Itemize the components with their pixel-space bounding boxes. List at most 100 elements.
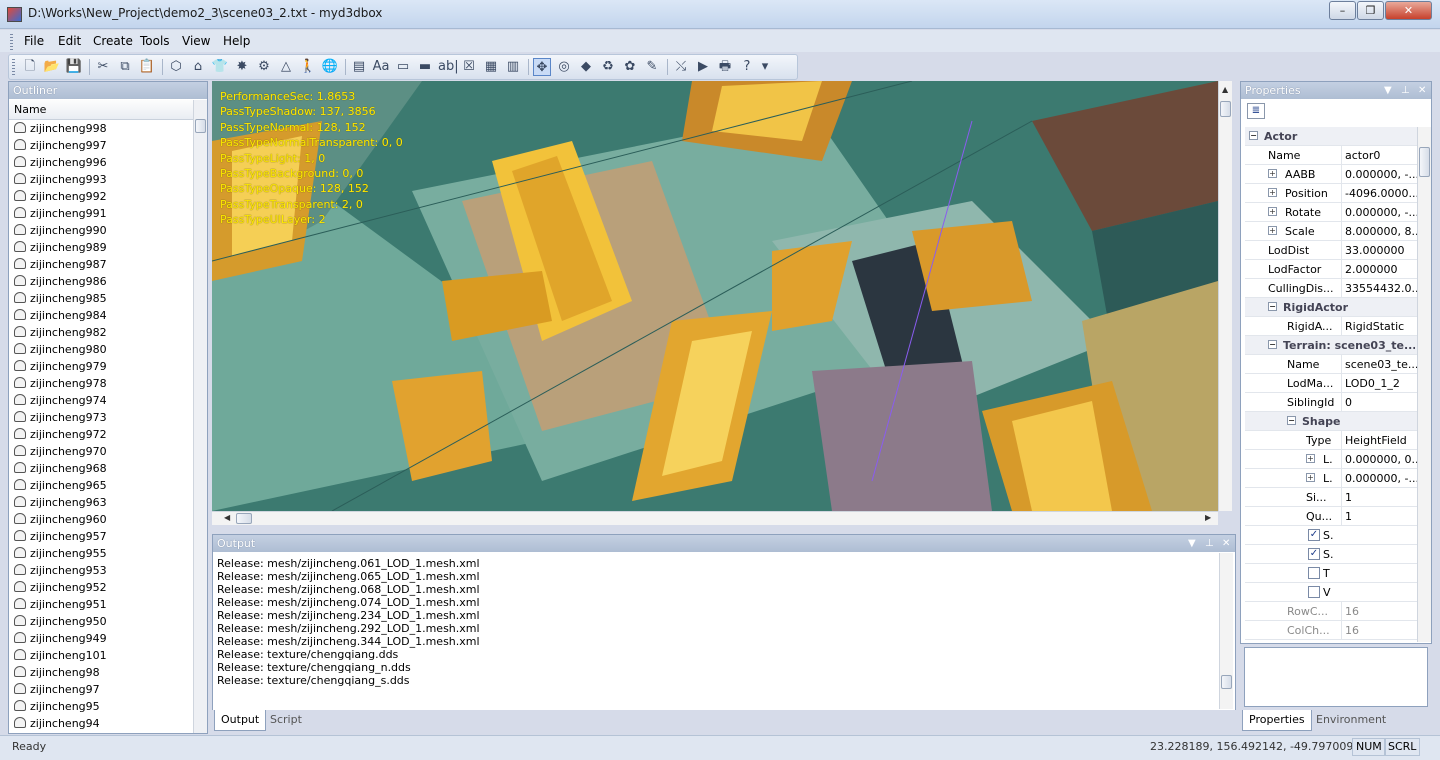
cloth-icon[interactable]: ♻ xyxy=(599,58,617,76)
property-value[interactable]: 0.000000, -... xyxy=(1341,165,1419,183)
output-scroll-thumb[interactable] xyxy=(1221,675,1232,689)
property-row[interactable]: Name scene03_te... xyxy=(1245,355,1421,374)
property-row[interactable]: SiblingId 0 xyxy=(1245,393,1421,412)
button-icon[interactable]: ▭ xyxy=(394,58,412,76)
property-checkbox[interactable]: ✓ xyxy=(1308,548,1320,560)
particles-icon[interactable]: ✸ xyxy=(233,58,251,76)
property-checkbox[interactable] xyxy=(1308,586,1320,598)
play-icon[interactable]: ▶ xyxy=(694,58,712,76)
property-row[interactable]: Qu... 1 xyxy=(1245,507,1421,526)
list-item[interactable]: zijincheng950 xyxy=(9,613,195,630)
property-value[interactable]: 33554432.0... xyxy=(1341,279,1419,297)
props-menu-icon[interactable]: ▼ xyxy=(1384,83,1392,98)
list-item[interactable]: zijincheng990 xyxy=(9,222,195,239)
move-tool-icon[interactable]: ✥ xyxy=(533,58,551,76)
tab-properties[interactable]: Properties xyxy=(1242,710,1312,731)
property-row[interactable]: ✓ S. xyxy=(1245,526,1421,545)
scroll-left-icon[interactable]: ◀ xyxy=(224,513,230,522)
outliner-column-name[interactable]: Name xyxy=(9,100,193,120)
property-row[interactable]: + L. 0.000000, -... xyxy=(1245,469,1421,488)
menu-help[interactable]: Help xyxy=(223,34,250,48)
new-file-icon[interactable]: 🗋 xyxy=(21,58,39,76)
property-value[interactable]: 0.000000, -... xyxy=(1341,203,1419,221)
props-scrollbar[interactable] xyxy=(1417,127,1431,642)
open-folder-icon[interactable]: 📂 xyxy=(43,58,61,76)
list-item[interactable]: zijincheng986 xyxy=(9,273,195,290)
list-item[interactable]: zijincheng982 xyxy=(9,324,195,341)
property-row[interactable]: LodFactor 2.000000 xyxy=(1245,260,1421,279)
property-row[interactable]: RigidA... RigidStatic xyxy=(1245,317,1421,336)
property-row[interactable]: Type HeightField xyxy=(1245,431,1421,450)
property-value[interactable]: 0.000000, 0... xyxy=(1341,450,1419,468)
property-value[interactable]: 33.000000 xyxy=(1341,241,1419,259)
list-item[interactable]: zijincheng955 xyxy=(9,545,195,562)
expand-icon[interactable]: + xyxy=(1268,169,1277,178)
output-log[interactable]: Release: mesh/zijincheng.061_LOD_1.mesh.… xyxy=(217,557,480,687)
expand-icon[interactable]: + xyxy=(1306,473,1315,482)
property-checkbox[interactable]: ✓ xyxy=(1308,529,1320,541)
table-icon[interactable]: ▥ xyxy=(504,58,522,76)
menu-view[interactable]: View xyxy=(182,34,210,48)
print-icon[interactable]: 🖶 xyxy=(716,58,734,76)
menu-file[interactable]: File xyxy=(24,34,44,48)
property-value[interactable]: 0.000000, -... xyxy=(1341,469,1419,487)
property-checkbox[interactable] xyxy=(1308,567,1320,579)
list-item[interactable]: zijincheng957 xyxy=(9,528,195,545)
list-item[interactable]: zijincheng949 xyxy=(9,630,195,647)
list-item[interactable]: zijincheng996 xyxy=(9,154,195,171)
property-row[interactable]: Name actor0 xyxy=(1245,146,1421,165)
outliner-scrollbar[interactable] xyxy=(193,100,207,733)
property-row[interactable]: + Position -4096.0000... xyxy=(1245,184,1421,203)
person-icon[interactable]: 🚶 xyxy=(299,58,317,76)
output-scrollbar[interactable] xyxy=(1219,553,1233,709)
expand-icon[interactable]: + xyxy=(1306,454,1315,463)
property-category[interactable]: − RigidActor xyxy=(1245,298,1421,317)
grass-icon[interactable]: ✿ xyxy=(621,58,639,76)
property-category[interactable]: − Shape xyxy=(1245,412,1421,431)
property-grid[interactable]: − Actor Name actor0 + AABB 0.000000, -... + Posi… xyxy=(1245,127,1421,642)
property-row[interactable]: ✓ S. xyxy=(1245,545,1421,564)
property-row[interactable]: V xyxy=(1245,583,1421,602)
cube-icon[interactable]: ⬡ xyxy=(167,58,185,76)
list-item[interactable]: zijincheng960 xyxy=(9,511,195,528)
text-box-icon[interactable]: ▤ xyxy=(350,58,368,76)
property-category[interactable]: − Actor xyxy=(1245,127,1421,146)
cut-icon[interactable]: ✂ xyxy=(94,58,112,76)
copy-icon[interactable]: ⧉ xyxy=(116,58,134,76)
property-value[interactable]: RigidStatic xyxy=(1341,317,1419,335)
property-category[interactable]: − Terrain: scene03_te... xyxy=(1245,336,1421,355)
rotate-tool-icon[interactable]: ◎ xyxy=(555,58,573,76)
property-value[interactable]: 16 xyxy=(1341,602,1419,620)
collapse-icon[interactable]: − xyxy=(1249,131,1258,140)
list-item[interactable]: zijincheng953 xyxy=(9,562,195,579)
list-item[interactable]: zijincheng979 xyxy=(9,358,195,375)
list-item[interactable]: zijincheng951 xyxy=(9,596,195,613)
grid-icon[interactable]: ▦ xyxy=(482,58,500,76)
list-item[interactable]: zijincheng998 xyxy=(9,120,195,137)
pane-menu-icon[interactable]: ▼ xyxy=(1188,536,1196,551)
pin-icon[interactable]: ⊥ xyxy=(1205,536,1214,551)
cone-icon[interactable]: △ xyxy=(277,58,295,76)
property-value[interactable]: 0 xyxy=(1341,393,1419,411)
list-item[interactable]: zijincheng101 xyxy=(9,647,195,664)
restore-button[interactable]: ❐ xyxy=(1357,1,1384,20)
property-value[interactable]: 8.000000, 8... xyxy=(1341,222,1419,240)
property-row[interactable]: + L. 0.000000, 0... xyxy=(1245,450,1421,469)
list-item[interactable]: zijincheng974 xyxy=(9,392,195,409)
expand-icon[interactable]: + xyxy=(1268,188,1277,197)
minimize-button[interactable]: – xyxy=(1329,1,1356,20)
box-icon[interactable]: ⌂ xyxy=(189,58,207,76)
list-item[interactable]: zijincheng991 xyxy=(9,205,195,222)
collapse-icon[interactable]: − xyxy=(1268,340,1277,349)
expand-icon[interactable]: + xyxy=(1268,226,1277,235)
list-item[interactable]: zijincheng963 xyxy=(9,494,195,511)
property-value[interactable]: 1 xyxy=(1341,507,1419,525)
property-row[interactable]: LodMa... LOD0_1_2 xyxy=(1245,374,1421,393)
list-item[interactable]: zijincheng972 xyxy=(9,426,195,443)
property-row[interactable]: + AABB 0.000000, -... xyxy=(1245,165,1421,184)
viewport-vscroll-thumb[interactable] xyxy=(1220,101,1231,117)
list-item[interactable]: zijincheng987 xyxy=(9,256,195,273)
list-item[interactable]: zijincheng978 xyxy=(9,375,195,392)
property-value[interactable]: 16 xyxy=(1341,621,1419,639)
help-icon[interactable]: ? xyxy=(738,58,756,76)
